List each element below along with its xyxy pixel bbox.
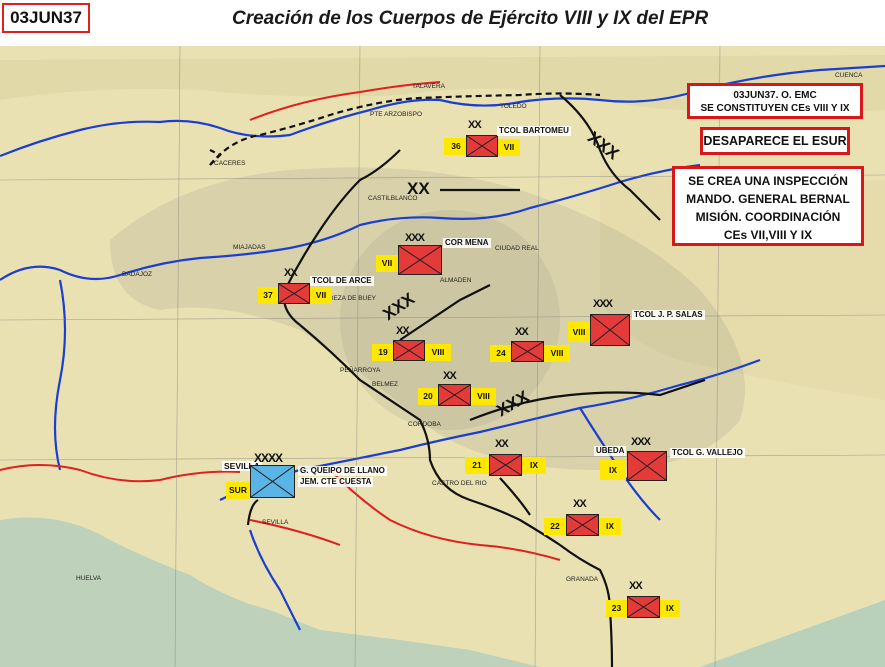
town-badajoz: BADAJOZ [122, 271, 152, 278]
boundary-marker-xx: XX [407, 179, 430, 198]
unit-symbol [627, 451, 667, 481]
header-bar: 03JUN37 Creación de los Cuerpos de Ejérc… [0, 0, 885, 46]
town-sevilla: SEVILLA [262, 519, 289, 526]
map-title: Creación de los Cuerpos de Ejército VIII… [232, 8, 709, 29]
unit-symbol [466, 135, 498, 157]
date-badge: 03JUN37 [2, 3, 90, 33]
town-cordoba: CORDOBA [408, 421, 442, 428]
unit-symbol [511, 341, 544, 362]
town-talavera: TALAVERA [412, 83, 446, 90]
unit-symbol [398, 245, 442, 275]
town-ciudad-real: CIUDAD REAL [495, 245, 539, 252]
town-miajadas: MIAJADAS [233, 244, 266, 251]
unit-symbol [438, 384, 471, 406]
unit-symbol [393, 340, 425, 361]
town-toledo: TOLEDO [500, 103, 527, 110]
note-esur-dissolved: DESAPARECE EL ESUR [700, 127, 850, 155]
friendly-unit-symbol [250, 465, 295, 498]
town-belmez: BELMEZ [372, 381, 398, 388]
town-granada: GRANADA [566, 576, 599, 583]
town-caceres: CACERES [214, 160, 246, 167]
town-huelva: HUELVA [76, 575, 102, 582]
unit-symbol [489, 454, 522, 476]
unit-symbol [278, 283, 310, 304]
town-pte-arzobispo: PTE ARZOBISPO [370, 111, 422, 118]
town-penarroya: PEÑARROYA [340, 365, 381, 374]
town-almaden: ALMADEN [440, 277, 472, 284]
town-cuenca: CUENCA [835, 72, 863, 79]
note-inspection: SE CREA UNA INSPECCIÓN MANDO. GENERAL BE… [672, 166, 864, 246]
note-emc-order: 03JUN37. O. EMC SE CONSTITUYEN CEs VIII … [687, 83, 863, 119]
unit-symbol [566, 514, 599, 536]
unit-symbol [590, 314, 630, 346]
unit-symbol [627, 596, 660, 618]
town-castro-del-rio: CASTRO DEL RIO [432, 480, 487, 487]
